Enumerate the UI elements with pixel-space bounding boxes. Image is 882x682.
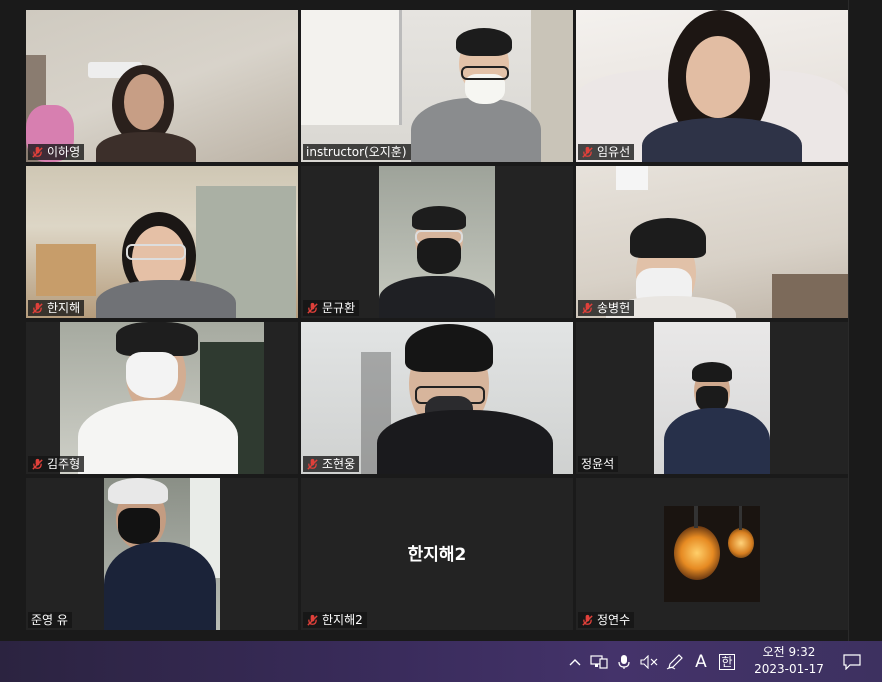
participant-video-9 — [104, 478, 220, 630]
mic-muted-icon — [582, 302, 593, 314]
pen-icon[interactable] — [662, 641, 688, 682]
participant-tile-9[interactable]: 준영 유 — [26, 478, 298, 630]
chevron-up-icon[interactable] — [564, 641, 586, 682]
participant-video-11 — [664, 506, 760, 602]
participant-video-6 — [60, 322, 264, 474]
participant-name-tag: 한지해2 — [303, 612, 367, 628]
participant-name-tag: 문규환 — [303, 300, 360, 316]
participant-tile-10[interactable]: 한지해2 한지해2 — [301, 478, 573, 630]
participant-name-tag: 조현웅 — [303, 456, 360, 472]
participant-name-tag: 한지해 — [28, 300, 85, 316]
taskbar-clock[interactable]: 오전 9:32 2023-01-17 — [748, 644, 830, 678]
mic-muted-icon — [307, 302, 318, 314]
participant-video-3 — [26, 166, 298, 318]
meeting-gallery-view: 이하영 instructor(오지훈) 임유선 한지해 문규환 송병헌 김주형 … — [0, 0, 882, 641]
clock-date: 2023-01-17 — [754, 662, 824, 676]
participant-display-name: 한지해2 — [407, 545, 467, 565]
network-icon[interactable] — [586, 641, 612, 682]
mic-muted-icon — [582, 614, 593, 626]
participant-video-0 — [26, 10, 298, 162]
participant-tile-6[interactable]: 김주형 — [26, 322, 298, 474]
mic-muted-icon — [32, 302, 43, 314]
system-tray: A 한 — [564, 641, 740, 682]
participant-tile-1[interactable]: instructor(오지훈) — [301, 10, 573, 162]
mic-muted-icon — [582, 146, 593, 158]
window-edge — [848, 0, 882, 641]
participant-tile-5[interactable]: 송병헌 — [576, 166, 848, 318]
participant-name-tag: 임유선 — [578, 144, 635, 160]
participant-name-tag: 준영 유 — [28, 612, 72, 628]
participant-video-5 — [576, 166, 848, 318]
participant-name-tag: 정연수 — [578, 612, 635, 628]
speaker-muted-icon[interactable] — [636, 641, 662, 682]
participant-name-tag: 김주형 — [28, 456, 85, 472]
ime-icon[interactable]: 한 — [714, 641, 740, 682]
participant-video-2 — [576, 10, 848, 162]
participant-tile-3[interactable]: 한지해 — [26, 166, 298, 318]
participant-name-tag: 정윤석 — [578, 456, 619, 472]
participant-name-tag: instructor(오지훈) — [303, 144, 411, 160]
participant-video-1 — [301, 10, 573, 162]
mic-muted-icon — [32, 146, 43, 158]
participant-name-tag: 이하영 — [28, 144, 85, 160]
font-icon[interactable]: A — [688, 641, 714, 682]
participant-tile-8[interactable]: 정윤석 — [576, 322, 848, 474]
participant-tile-11[interactable]: 정연수 — [576, 478, 848, 630]
participant-name-tag: 송병헌 — [578, 300, 635, 316]
participant-tile-7[interactable]: 조현웅 — [301, 322, 573, 474]
participant-video-4 — [379, 166, 495, 318]
mic-muted-icon — [307, 458, 318, 470]
participant-video-8 — [654, 322, 770, 474]
windows-taskbar: A 한 오전 9:32 2023-01-17 — [0, 641, 882, 682]
clock-time: 오전 9:32 — [762, 645, 816, 659]
participant-tile-0[interactable]: 이하영 — [26, 10, 298, 162]
participant-tile-4[interactable]: 문규환 — [301, 166, 573, 318]
ime-label: 한 — [719, 653, 735, 670]
mic-muted-icon — [32, 458, 43, 470]
microphone-icon[interactable] — [612, 641, 636, 682]
notification-icon[interactable] — [836, 641, 868, 682]
mic-muted-icon — [307, 614, 318, 626]
participant-tile-2[interactable]: 임유선 — [576, 10, 848, 162]
participant-video-7 — [301, 322, 573, 474]
